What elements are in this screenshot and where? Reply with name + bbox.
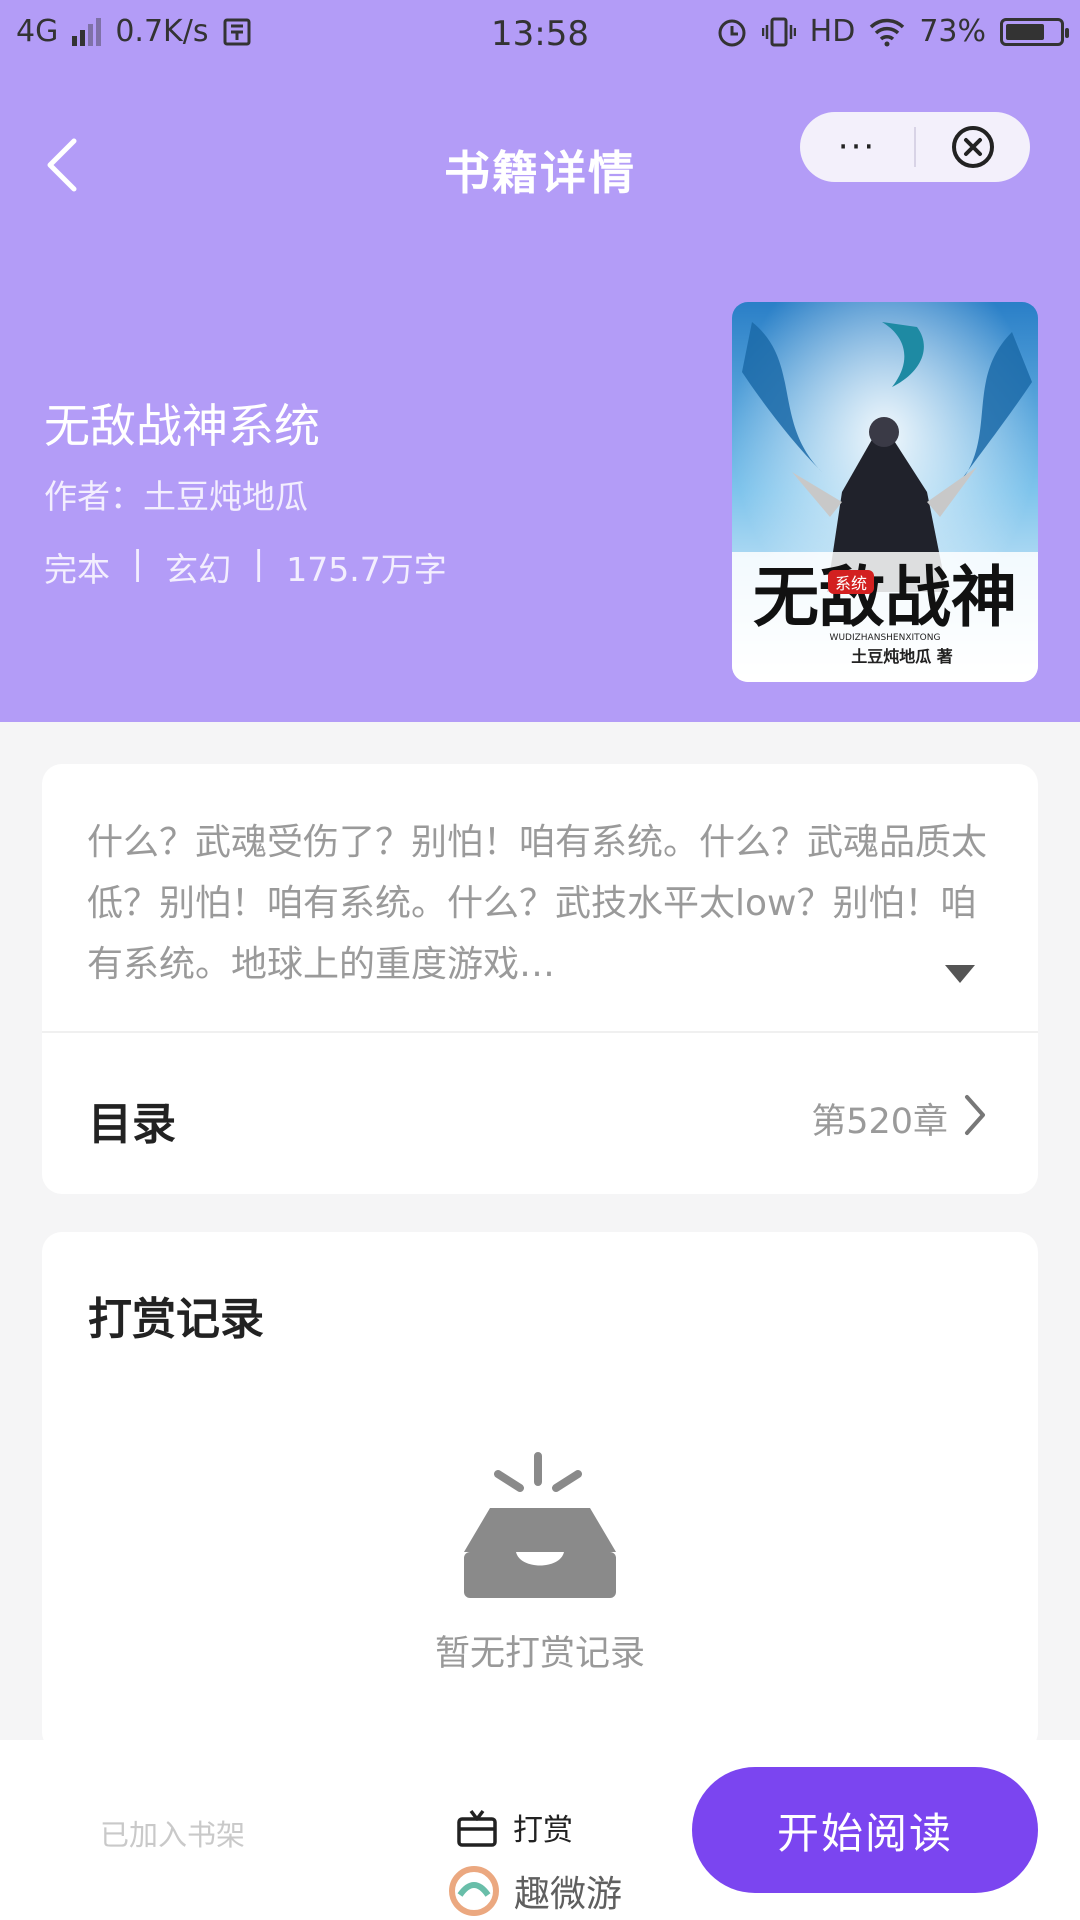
triangle-down-icon bbox=[945, 965, 975, 983]
start-reading-button[interactable]: 开始阅读 bbox=[692, 1767, 1038, 1893]
book-cover: 无敌战神 系统 WUDIZHANSHENXITONG 土豆炖地瓜 著 bbox=[732, 302, 1038, 682]
book-genre: 玄幻 bbox=[165, 550, 232, 589]
status-bar: 4G 0.7K/s 13:58 HD 73% bbox=[0, 0, 1080, 70]
watermark: 趣微游 bbox=[448, 1865, 622, 1917]
book-status: 完本 bbox=[44, 550, 110, 589]
battery-percent: 73% bbox=[919, 14, 986, 49]
added-to-shelf-button[interactable]: 已加入书架 bbox=[100, 1812, 245, 1854]
empty-inbox-icon bbox=[460, 1452, 620, 1606]
book-meta: 完本 | 玄幻 | 175.7万字 bbox=[44, 543, 447, 591]
more-icon: ··· bbox=[837, 127, 877, 167]
book-author: 作者：土豆炖地瓜 bbox=[44, 477, 308, 516]
chevron-right-icon bbox=[965, 1095, 985, 1135]
meta-separator: | bbox=[132, 543, 144, 582]
cover-author: 土豆炖地瓜 著 bbox=[851, 647, 953, 666]
card-divider bbox=[42, 1031, 1038, 1033]
reward-button[interactable]: 打赏 bbox=[455, 1805, 573, 1849]
cover-pinyin: WUDIZHANSHENXITONG bbox=[830, 633, 941, 643]
close-circle-icon bbox=[952, 126, 994, 168]
watermark-logo-icon bbox=[449, 1866, 499, 1916]
meta-separator: | bbox=[253, 543, 265, 582]
start-reading-label: 开始阅读 bbox=[776, 1808, 953, 1858]
gift-icon bbox=[457, 1809, 497, 1847]
alarm-icon bbox=[718, 19, 746, 46]
wifi-icon bbox=[870, 18, 905, 46]
toc-label[interactable]: 目录 bbox=[88, 1088, 176, 1152]
toc-chevron-button[interactable] bbox=[962, 1093, 988, 1141]
cover-badge: 系统 bbox=[835, 574, 867, 593]
vibrate-icon bbox=[761, 17, 796, 46]
close-button[interactable] bbox=[916, 112, 1030, 182]
toc-latest-chapter[interactable]: 第520章 bbox=[811, 1093, 948, 1144]
hd-indicator: HD bbox=[809, 14, 856, 49]
book-cover-art: 无敌战神 系统 WUDIZHANSHENXITONG 土豆炖地瓜 著 bbox=[732, 302, 1038, 682]
reward-empty-text: 暂无打赏记录 bbox=[434, 1634, 645, 1674]
book-description: 什么？武魂受伤了？别怕！咱有系统。什么？武魂品质太低？别怕！咱有系统。什么？武技… bbox=[87, 822, 988, 985]
cover-title: 无敌战神 bbox=[753, 558, 1017, 636]
reward-title: 打赏记录 bbox=[88, 1294, 264, 1345]
book-title: 无敌战神系统 bbox=[44, 399, 320, 453]
mini-program-capsule: ··· bbox=[800, 112, 1030, 182]
book-word-count: 175.7万字 bbox=[286, 550, 447, 589]
battery-icon bbox=[1000, 17, 1069, 46]
more-button[interactable]: ··· bbox=[800, 112, 914, 182]
expand-description-button[interactable] bbox=[943, 963, 977, 989]
reward-button-label: 打赏 bbox=[513, 1813, 573, 1848]
watermark-text: 趣微游 bbox=[514, 1874, 623, 1915]
